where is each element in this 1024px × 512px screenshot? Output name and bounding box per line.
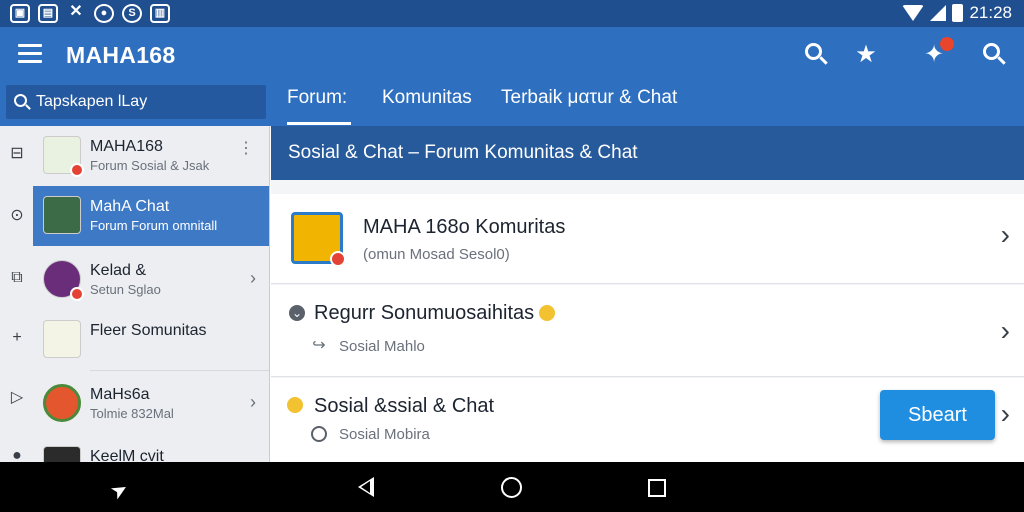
emoji-icon (539, 305, 555, 321)
sidebar-item-title: KeelM cvit (90, 448, 164, 462)
search-icon[interactable] (803, 41, 831, 69)
sidebar-item-subtitle: Setun Sglao (90, 282, 161, 297)
sidebar-item-subtitle: Forum Sosial & Jsak (90, 158, 210, 173)
badge-icon (70, 163, 84, 177)
chevron-right-icon: › (250, 392, 256, 412)
notification-star-icon[interactable]: ✦ (920, 37, 954, 69)
back-icon[interactable] (358, 477, 374, 497)
storage-icon: ▥ (150, 4, 170, 23)
tab-terbaik[interactable]: Terbaik ματur & Chat (501, 87, 677, 125)
status-bar: ▣ ▤ ✕ ● S ▥ 21:28 (0, 0, 1024, 27)
avatar (43, 136, 84, 177)
app-title: MAHA168 (66, 42, 176, 68)
star-icon[interactable]: ★ (852, 41, 880, 69)
sidebar-item-title: MahA Chat (90, 198, 170, 215)
status-right: 21:28 (902, 3, 1012, 23)
notification-badge (940, 37, 954, 51)
main-content: Sosial & Chat – Forum Komunitas & Chat M… (271, 126, 1024, 462)
avatar (43, 384, 81, 422)
sidebar: ⊟ ⊙ ⧉ + ▷ ● MAHA168 Forum Sosial & Jsak … (0, 126, 270, 462)
chevron-right-icon: › (1000, 315, 1010, 346)
card-subtitle: Sosial Mahlo (339, 338, 425, 355)
chevron-right-icon: › (1000, 398, 1010, 429)
app-bar: MAHA168 ★ ✦ (0, 27, 1024, 83)
divider (90, 370, 269, 371)
badge-icon (70, 287, 84, 301)
tag-icon[interactable]: ▷ (9, 390, 25, 406)
search-box[interactable] (6, 85, 266, 119)
menu-icon[interactable] (18, 44, 42, 64)
send-icon[interactable]: ➤ (106, 475, 133, 505)
battery-icon (952, 4, 964, 22)
start-button[interactable]: Sbeart (880, 390, 995, 440)
sidebar-item-subtitle: Forum Forum omnitall (90, 218, 218, 233)
home-icon[interactable] (501, 477, 522, 498)
sidebar-item-subtitle: Tolmie 832Mal (90, 406, 174, 421)
signal-icon (930, 5, 947, 21)
sidebar-item-mahs6a[interactable]: MaHs6a Tolmie 832Mal › (33, 374, 269, 434)
avatar (43, 320, 81, 358)
maha-logo-icon (291, 212, 346, 267)
card-regurr[interactable]: ⌄ Regurr Sonumuosaihitas ↪ Sosial Mahlo … (271, 285, 1024, 377)
plus-icon[interactable]: + (9, 330, 25, 346)
status-time: 21:28 (969, 3, 1012, 22)
avatar (43, 260, 84, 301)
sd-card-icon: ▣ (10, 4, 30, 23)
sidebar-item-fleer[interactable]: Fleer Somunitas (33, 310, 269, 370)
compass-icon: ● (94, 4, 114, 23)
tools-icon: ✕ (69, 3, 83, 20)
card-title: MAHA 168o Komuritas (363, 216, 566, 238)
card-subtitle: (omun Mosad Sesol0) (363, 246, 510, 263)
card-title: Regurr Sonumuosaihitas (314, 302, 535, 324)
search-icon (14, 94, 27, 107)
card-komunitas[interactable]: MAHA 168o Komuritas (omun Mosad Sesol0) … (271, 194, 1024, 284)
chevron-down-icon: ⌄ (289, 305, 305, 321)
card-title: Sosial &ssial & Chat (314, 395, 495, 417)
search-icon-secondary[interactable] (981, 41, 1009, 69)
wifi-icon (902, 5, 925, 21)
settings-icon (311, 426, 327, 442)
sidebar-item-title: Fleer Somunitas (90, 322, 207, 339)
copy-icon[interactable]: ⧉ (9, 270, 25, 286)
avatar (43, 446, 81, 462)
sidebar-item-title: MaHs6a (90, 386, 150, 403)
card-subtitle: Sosial Mobira (339, 426, 430, 443)
location-icon[interactable]: ● (9, 448, 25, 463)
sidebar-item-title: MAHA168 (90, 138, 163, 155)
sidebar-item-maha168[interactable]: MAHA168 Forum Sosial & Jsak ⋮ (33, 126, 269, 186)
recent-apps-icon[interactable] (648, 479, 666, 497)
avatar (43, 196, 81, 234)
section-title: Sosial & Chat – Forum Komunitas & Chat (271, 126, 1024, 180)
status-icons: ▣ ▤ ✕ ● S ▥ (10, 4, 170, 23)
chevron-right-icon: › (1000, 219, 1010, 250)
tab-forum[interactable]: Forum: (287, 87, 351, 125)
sidebar-item-keelm[interactable]: KeelM cvit (33, 436, 269, 462)
share-icon: ↪ (312, 337, 326, 354)
more-icon[interactable]: ⋮ (238, 138, 254, 158)
side-rail: ⊟ ⊙ ⧉ + ▷ ● (0, 126, 33, 463)
tab-komunitas[interactable]: Komunitas (382, 87, 472, 125)
sidebar-item-maha-chat[interactable]: MahA Chat Forum Forum omnitall (33, 186, 269, 246)
sidebar-item-title: Kelad & (90, 262, 147, 279)
search-tabs-row: Forum: Komunitas Terbaik ματur & Chat (0, 83, 1024, 126)
sync-icon: S (122, 4, 142, 23)
clock-icon[interactable]: ⊙ (9, 208, 25, 224)
save-icon: ▤ (38, 4, 58, 23)
chevron-right-icon: › (250, 268, 256, 288)
emoji-icon (287, 397, 303, 413)
grid-icon[interactable]: ⊟ (9, 146, 25, 162)
sidebar-item-kelad[interactable]: Kelad & Setun Sglao › (33, 250, 269, 310)
search-input[interactable] (36, 85, 261, 119)
navigation-bar: ➤ (0, 462, 1024, 512)
